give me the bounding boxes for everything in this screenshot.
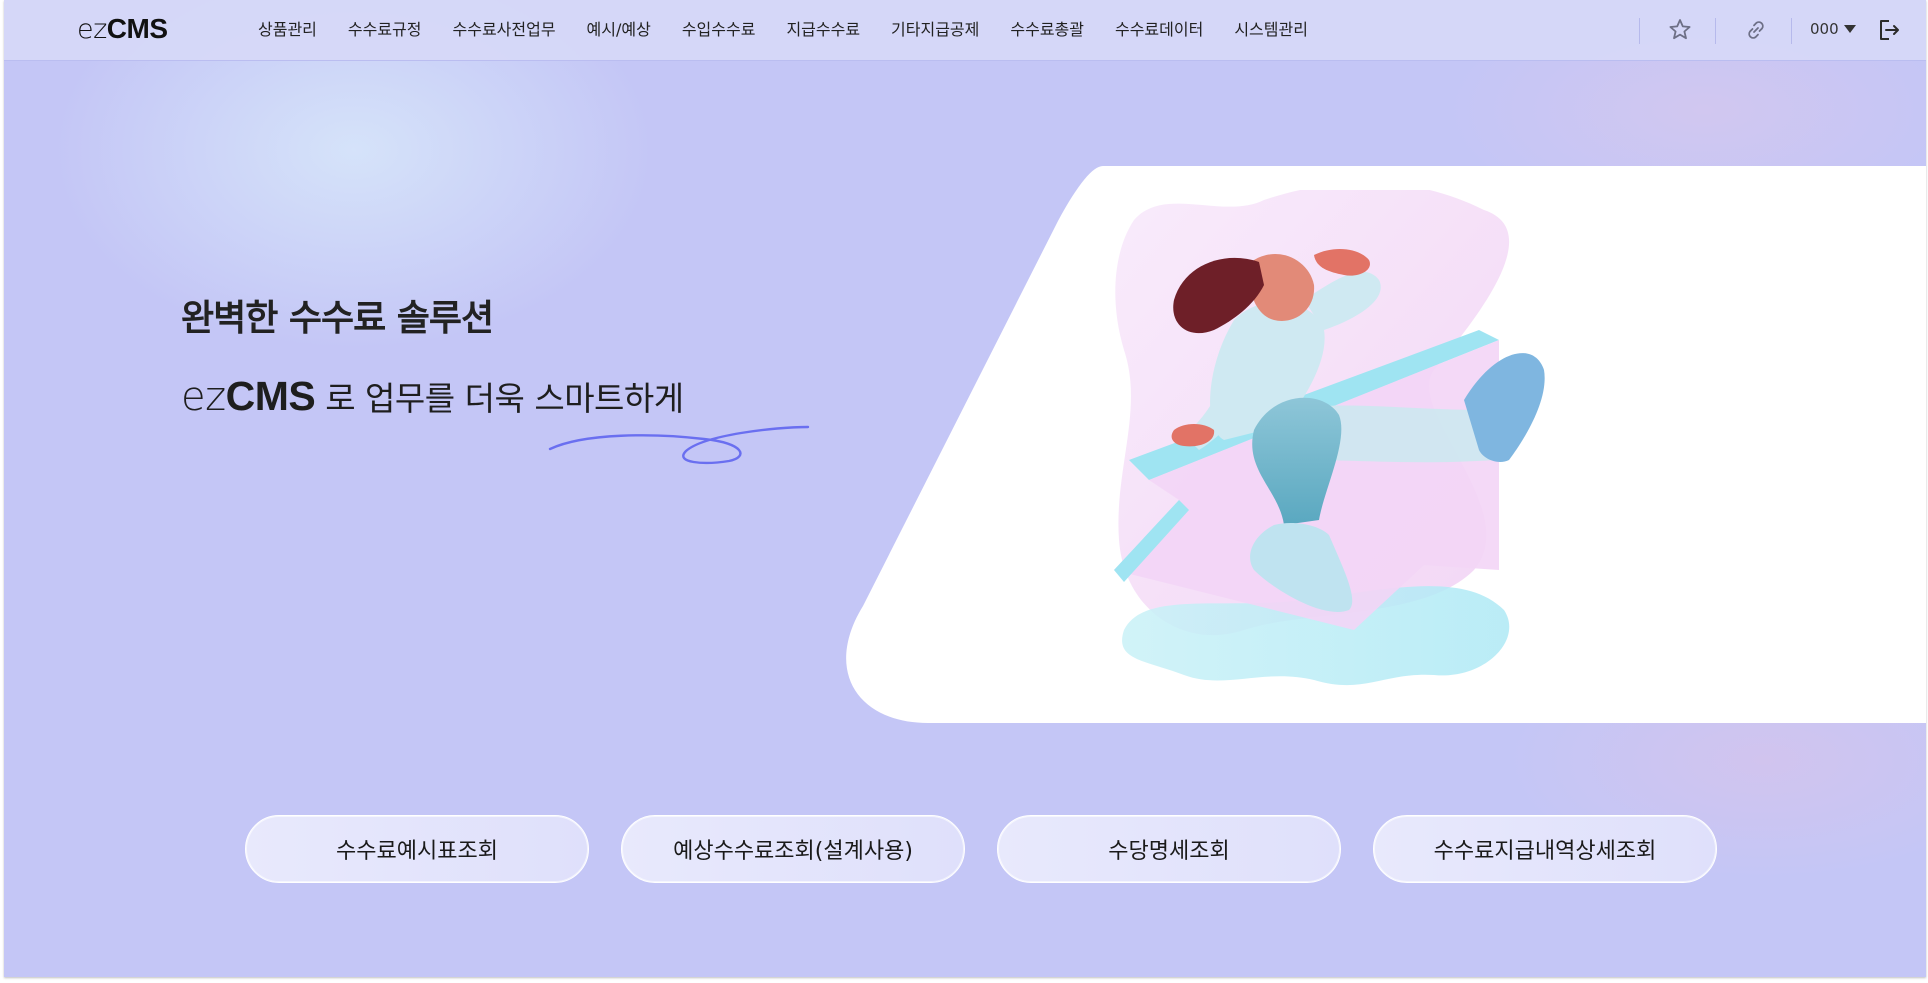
logo-bold-text: CMS: [106, 13, 168, 44]
divider: [1715, 18, 1716, 44]
nav-item-system-admin[interactable]: 시스템관리: [1234, 0, 1308, 60]
nav-item-income-fee[interactable]: 수입수수료: [682, 0, 756, 60]
logo-light-text: ez: [77, 14, 107, 45]
hero-title: 완벽한 수수료 솔루션: [181, 298, 494, 339]
nav-item-product[interactable]: 상품관리: [258, 0, 317, 60]
expected-fee-query-button[interactable]: 예상수수료조회(설계사용): [621, 815, 965, 883]
nav-item-fee-data[interactable]: 수수료데이터: [1115, 0, 1203, 60]
app-window: ezCMS 상품관리 수수료규정 수수료사전업무 예시/예상 수입수수료 지급수…: [4, 0, 1926, 977]
app-logo[interactable]: ezCMS: [77, 13, 168, 45]
nav-item-other-deduction[interactable]: 기타지급공제: [891, 0, 979, 60]
hero-brand-light: ez: [181, 374, 226, 420]
person-jumping-illustration: [1114, 190, 1545, 686]
link-icon[interactable]: [1742, 16, 1770, 44]
fee-payment-detail-button[interactable]: 수수료지급내역상세조회: [1373, 815, 1717, 883]
divider: [1791, 18, 1792, 44]
divider: [1639, 18, 1640, 44]
top-navigation-bar: ezCMS 상품관리 수수료규정 수수료사전업무 예시/예상 수입수수료 지급수…: [4, 0, 1926, 61]
main-menu: 상품관리 수수료규정 수수료사전업무 예시/예상 수입수수료 지급수수료 기타지…: [258, 0, 1339, 60]
nav-item-payment-fee[interactable]: 지급수수료: [786, 0, 860, 60]
quick-link-buttons: 수수료예시표조회 예상수수료조회(설계사용) 수당명세조회 수수료지급내역상세조…: [245, 815, 1749, 883]
nav-item-fee-summary[interactable]: 수수료총괄: [1010, 0, 1084, 60]
star-icon[interactable]: [1666, 16, 1694, 44]
allowance-statement-button[interactable]: 수당명세조회: [997, 815, 1341, 883]
nav-item-fee-rules[interactable]: 수수료규정: [348, 0, 422, 60]
nav-item-fee-pre-work[interactable]: 수수료사전업무: [453, 0, 556, 60]
hero-brand-bold: CMS: [225, 373, 316, 419]
decorative-scribble: [548, 425, 810, 465]
logout-icon[interactable]: [1874, 16, 1902, 44]
hero-subtitle: ezCMS 로 업무를 더욱 스마트하게: [181, 372, 684, 420]
hero-subtitle-text: 로 업무를 더욱 스마트하게: [315, 379, 684, 418]
chevron-down-icon: [1843, 25, 1856, 33]
user-menu[interactable]: 000: [1810, 20, 1856, 38]
fee-example-table-button[interactable]: 수수료예시표조회: [245, 815, 589, 883]
nav-item-example-forecast[interactable]: 예시/예상: [587, 0, 651, 60]
user-name: 000: [1810, 20, 1839, 38]
